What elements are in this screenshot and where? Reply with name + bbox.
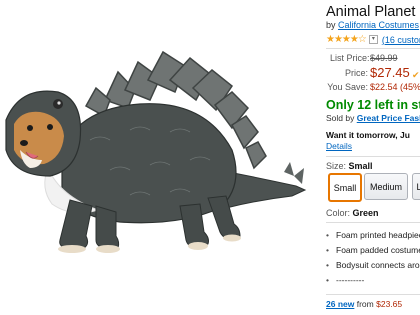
from-text: from bbox=[356, 299, 374, 309]
save-label: You Save: bbox=[327, 82, 368, 92]
size-label-row: Size: Small bbox=[326, 161, 373, 171]
delivery-message: Want it tomorrow, Ju bbox=[326, 130, 410, 140]
stock-status: Only 12 left in stock bbox=[326, 98, 420, 112]
product-image-panel[interactable] bbox=[0, 0, 318, 315]
product-title: Animal Planet Stegosaurus Dog Costume bbox=[326, 4, 420, 20]
feature-bullet: Bodysuit connects around bbox=[326, 260, 420, 275]
details-link[interactable]: Details bbox=[326, 141, 352, 151]
size-label: Size: bbox=[326, 161, 347, 171]
product-info-panel: Animal Planet Stegosaurus Dog Costume by… bbox=[326, 0, 420, 315]
rating-row: ★★★★☆ ▾ (16 customer reviews) bbox=[326, 34, 420, 45]
prime-checkmark-icon: ✔ bbox=[412, 70, 420, 80]
size-selected-value: Small bbox=[348, 161, 373, 171]
divider bbox=[326, 156, 420, 157]
size-option-medium[interactable]: Medium bbox=[364, 173, 408, 200]
reviews-link[interactable]: (16 customer reviews) bbox=[382, 35, 420, 45]
product-image[interactable] bbox=[0, 0, 318, 315]
size-option-small[interactable]: Small bbox=[328, 173, 362, 202]
chevron-down-icon[interactable]: ▾ bbox=[368, 35, 378, 44]
list-price-label: List Price: bbox=[330, 53, 370, 63]
price-label: Price: bbox=[344, 68, 368, 78]
divider bbox=[326, 48, 420, 49]
price-value: $27.45 bbox=[370, 65, 410, 80]
brand-byline: by California Costumes bbox=[326, 20, 419, 30]
sold-by: Sold by Great Price Fashion bbox=[326, 113, 420, 123]
divider bbox=[326, 222, 420, 223]
list-price-value: $49.99 bbox=[370, 53, 398, 63]
color-label-row: Color: Green bbox=[326, 208, 379, 218]
brand-link[interactable]: California Costumes bbox=[338, 20, 419, 30]
color-label: Color: bbox=[326, 208, 351, 218]
save-value: $22.54 (45%) bbox=[370, 82, 420, 92]
offers-line: 26 new from $23.65 bbox=[326, 299, 402, 309]
color-selected-value: Green bbox=[352, 208, 379, 218]
new-offers-link[interactable]: 26 new bbox=[326, 299, 354, 309]
size-option-large[interactable]: Large bbox=[412, 173, 420, 200]
feature-bullet: Foam printed headpiece bbox=[326, 230, 420, 245]
feature-bullets: Foam printed headpiece Foam padded costu… bbox=[326, 230, 420, 290]
feature-bullet: Foam padded costume bbox=[326, 245, 420, 260]
by-prefix: by bbox=[326, 20, 336, 30]
divider bbox=[326, 294, 420, 295]
star-rating-icon[interactable]: ★★★★☆ bbox=[326, 34, 367, 45]
from-price: $23.65 bbox=[376, 299, 403, 309]
seller-link[interactable]: Great Price Fashion bbox=[357, 113, 420, 123]
sold-by-prefix: Sold by bbox=[326, 113, 355, 123]
feature-bullet: ---------- bbox=[326, 275, 420, 290]
